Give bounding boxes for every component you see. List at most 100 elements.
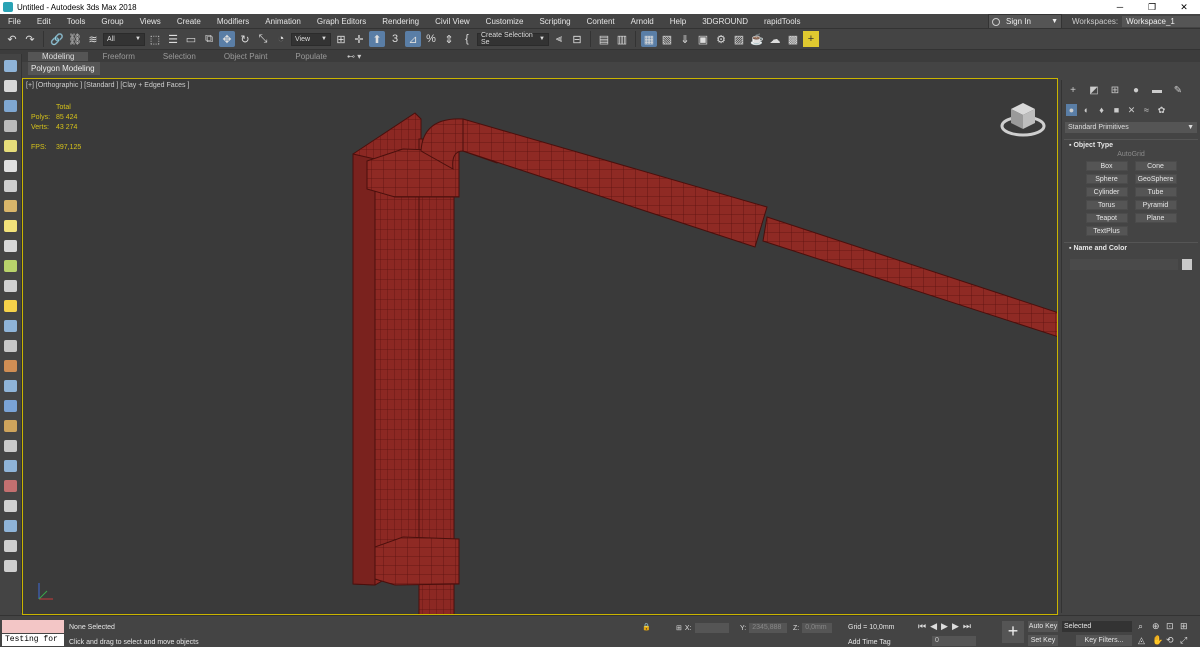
rect-selection-icon[interactable]: ▭ [183, 31, 199, 47]
scene-explorer-icon[interactable]: ▤ [596, 31, 612, 47]
menu-arnold[interactable]: Arnold [623, 17, 662, 26]
systems-icon[interactable]: ✿ [1156, 104, 1167, 116]
snaps-toggle-icon[interactable]: 3 [387, 31, 403, 47]
box-button[interactable]: Box [1085, 161, 1128, 171]
ribbon-options-icon[interactable]: ⊷ ▾ [347, 52, 361, 61]
plane-icon[interactable] [4, 220, 17, 232]
rollout-icon[interactable] [4, 120, 17, 132]
view-cube[interactable] [1000, 103, 1046, 137]
bind-space-warp-icon[interactable]: ≋ [85, 31, 101, 47]
workspace-dropdown[interactable]: Workspace_1 [1122, 16, 1200, 27]
zoom-extents-all-icon[interactable]: ⊞ [1180, 621, 1194, 632]
plane-button[interactable]: Plane [1134, 213, 1177, 223]
a360-render-icon[interactable]: + [803, 31, 819, 47]
curve-editor-icon[interactable]: ▧ [659, 31, 675, 47]
render-production-icon[interactable]: ☕ [749, 31, 765, 47]
cylinder-button[interactable]: Cylinder [1085, 187, 1128, 197]
space-warps-icon[interactable]: ≈ [1141, 104, 1152, 116]
select-rotate-icon[interactable]: ↻ [237, 31, 253, 47]
rendered-frame-window-icon[interactable]: ▨ [731, 31, 747, 47]
lights-icon[interactable]: ♦ [1096, 104, 1107, 116]
menu-civil-view[interactable]: Civil View [427, 17, 478, 26]
sphere-icon[interactable] [4, 240, 17, 252]
layer-explorer-icon[interactable]: ▥ [614, 31, 630, 47]
menu-edit[interactable]: Edit [29, 17, 59, 26]
schematic-view-icon[interactable]: ⇓ [677, 31, 693, 47]
menu-graph-editors[interactable]: Graph Editors [309, 17, 374, 26]
hierarchy-tab-icon[interactable]: ⊞ [1109, 85, 1121, 97]
auto-key-button[interactable]: Auto Key [1028, 621, 1058, 632]
geosphere-button[interactable]: GeoSphere [1134, 174, 1177, 184]
menu-rapidtools[interactable]: rapidTools [756, 17, 808, 26]
menu-3dground[interactable]: 3DGROUND [694, 17, 756, 26]
reference-coordinate-dropdown[interactable]: View ▼ [291, 32, 331, 46]
go-to-start-icon[interactable]: ⏮ [918, 621, 926, 632]
rotate-icon[interactable] [4, 380, 17, 392]
z-coordinate-field[interactable]: 0,0mm [802, 623, 833, 633]
menu-customize[interactable]: Customize [478, 17, 532, 26]
current-frame-field[interactable]: 0 [932, 636, 976, 646]
helpers-icon[interactable]: ✕ [1126, 104, 1137, 116]
hand-icon[interactable] [4, 420, 17, 432]
particles-icon[interactable] [4, 340, 17, 352]
ribbon-tab-selection[interactable]: Selection [149, 52, 210, 61]
tube-button[interactable]: Tube [1134, 187, 1177, 197]
object-name-field[interactable] [1070, 259, 1178, 270]
torus-icon[interactable] [4, 260, 17, 272]
field-of-view-icon[interactable]: ◬ [1138, 635, 1152, 646]
play-icon[interactable]: ▶ [941, 621, 948, 632]
key-filters-button[interactable]: Key Filters... [1076, 635, 1132, 646]
spinner-snap-icon[interactable]: ⇕ [441, 31, 457, 47]
teapot-icon[interactable] [4, 160, 17, 172]
zoom-icon[interactable]: ⌕ [1138, 621, 1152, 632]
utilities-tab-icon[interactable]: ✎ [1172, 85, 1184, 97]
zoom-all-icon[interactable]: ⊕ [1152, 621, 1166, 632]
helpers-icon[interactable] [4, 200, 17, 212]
paint-icon[interactable] [4, 440, 17, 452]
torus-button[interactable]: Torus [1085, 200, 1128, 210]
maxscript-output[interactable]: Testing for : [2, 634, 64, 646]
maximize-viewport-icon[interactable]: ⤢ [1180, 635, 1194, 646]
percent-snap-icon[interactable]: % [423, 31, 439, 47]
box-icon[interactable] [4, 480, 17, 492]
menu-tools[interactable]: Tools [59, 17, 94, 26]
align-icon[interactable]: ⊟ [569, 31, 585, 47]
mirror-icon[interactable]: ⫷ [551, 31, 567, 47]
maximize-button[interactable]: ❐ [1136, 0, 1168, 14]
pan-icon[interactable]: ✋ [1152, 635, 1166, 646]
name-and-color-rollout[interactable]: ▪ Name and Color [1064, 242, 1198, 253]
material-editor-icon[interactable]: ▣ [695, 31, 711, 47]
previous-frame-icon[interactable]: ◀ [930, 621, 937, 632]
unlink-icon[interactable]: ⛓ [67, 31, 83, 47]
select-by-name-icon[interactable]: ☰ [165, 31, 181, 47]
named-selection-set-dropdown[interactable]: Create Selection Se ▼ [477, 32, 549, 46]
add-time-tag[interactable]: Add Time Tag [848, 639, 891, 646]
light-icon[interactable] [4, 140, 17, 152]
brush-icon[interactable] [4, 520, 17, 532]
sign-in-dropdown[interactable]: Sign In ▼ [988, 14, 1062, 29]
polygon-modeling-panel[interactable]: Polygon Modeling [28, 62, 100, 75]
layer-icon[interactable] [4, 80, 17, 92]
ribbon-tab-populate[interactable]: Populate [281, 52, 341, 61]
tube-icon[interactable] [4, 360, 17, 372]
modify-tab-icon[interactable]: ◩ [1088, 85, 1100, 97]
set-key-button[interactable]: Set Key [1028, 635, 1058, 646]
light-bulb-icon[interactable] [4, 300, 17, 312]
menu-animation[interactable]: Animation [257, 17, 309, 26]
ribbon-toggle-icon[interactable]: ▦ [641, 31, 657, 47]
menu-scripting[interactable]: Scripting [531, 17, 578, 26]
pivot-center-icon[interactable]: ⊞ [333, 31, 349, 47]
create-tab-icon[interactable]: + [1067, 85, 1079, 97]
select-move-icon[interactable]: ✥ [219, 31, 235, 47]
material-icon[interactable] [4, 460, 17, 472]
cameras-icon[interactable]: ■ [1111, 104, 1122, 116]
geometry-icon[interactable]: ● [1066, 104, 1077, 116]
textplus-button[interactable]: TextPlus [1085, 226, 1128, 236]
ribbon-tab-freeform[interactable]: Freeform [88, 52, 148, 61]
primitive-category-dropdown[interactable]: Standard Primitives ▼ [1065, 122, 1197, 133]
undo-icon[interactable]: ↶ [4, 31, 20, 47]
display-tab-icon[interactable]: ▬ [1151, 85, 1163, 97]
cone-icon[interactable] [4, 280, 17, 292]
keyboard-shortcut-override-icon[interactable]: ⬆ [369, 31, 385, 47]
redo-icon[interactable]: ↷ [22, 31, 38, 47]
